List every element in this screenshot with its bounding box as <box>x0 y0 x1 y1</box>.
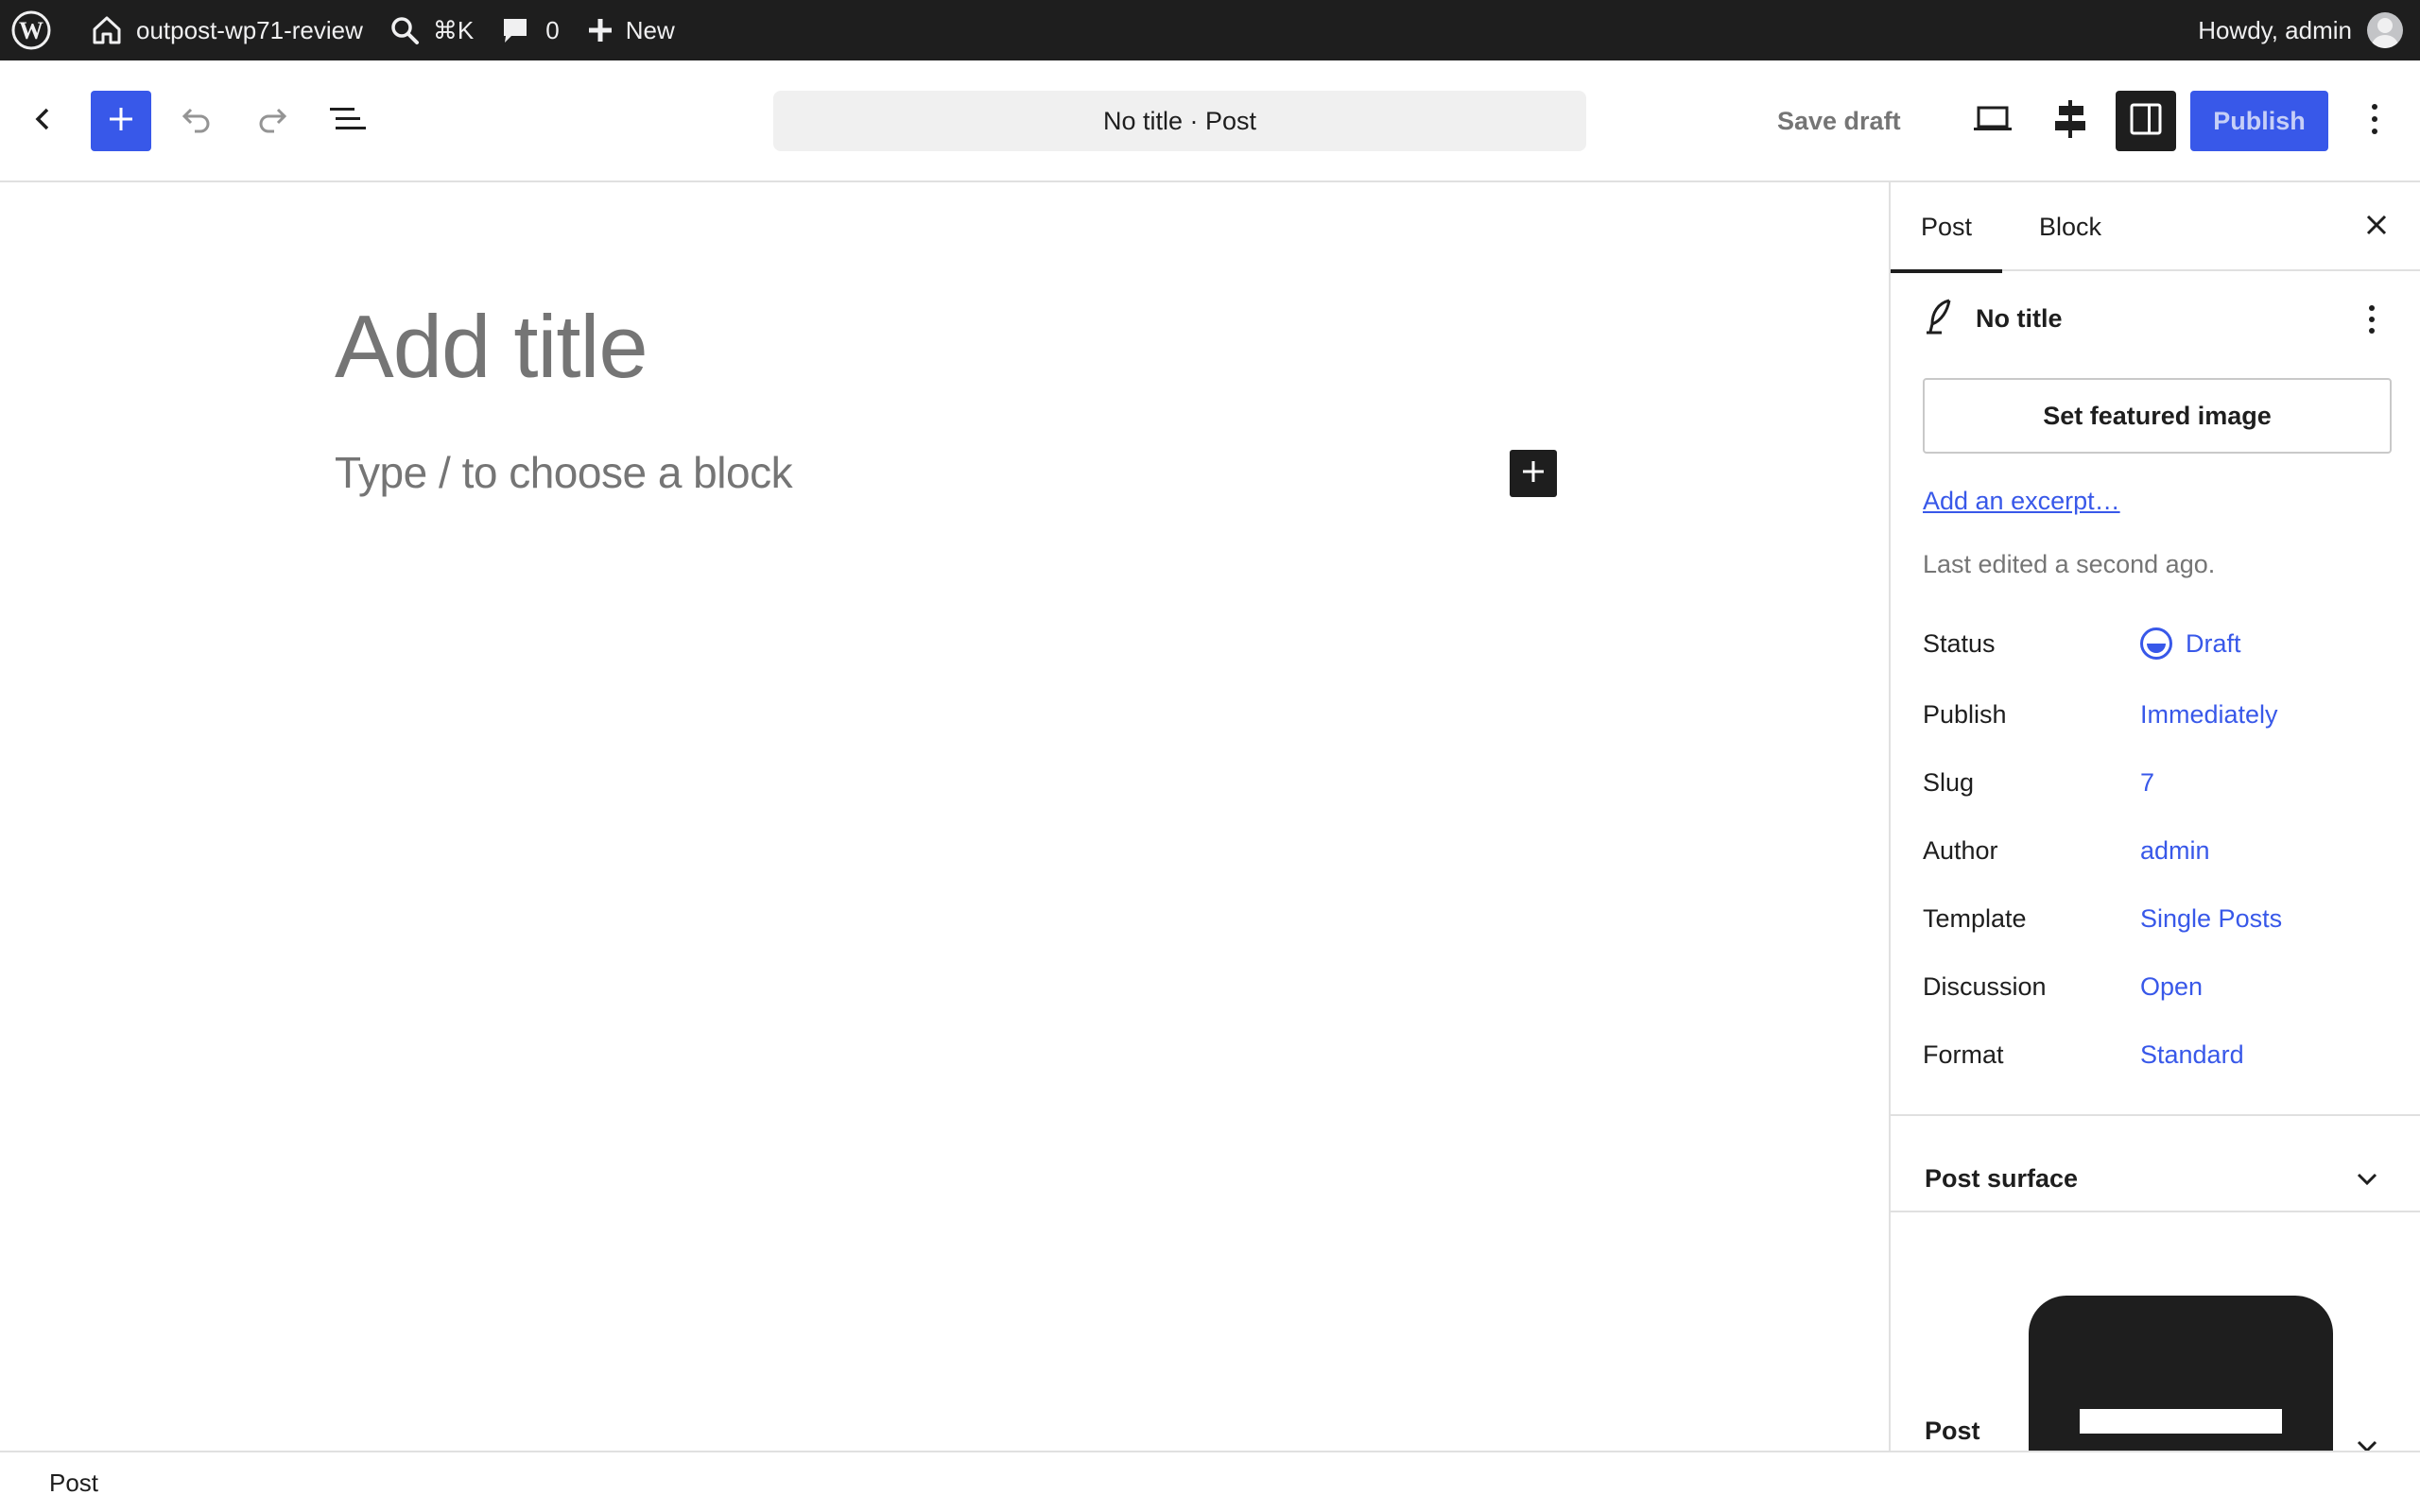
plus-icon <box>107 105 135 138</box>
editor-header: No title · Post Save draft Publish <box>0 60 2420 182</box>
document-title: No title · Post <box>1102 106 1257 135</box>
publish-label: Publish <box>1923 699 2007 729</box>
post-summary-title-text: No title <box>1976 304 2063 333</box>
slug-label: Slug <box>1923 767 1975 797</box>
add-excerpt-link[interactable]: Add an excerpt… <box>1923 487 2120 516</box>
close-sidebar-button[interactable] <box>2354 204 2399 249</box>
default-block-appender[interactable]: Type / to choose a block <box>335 447 793 498</box>
home-icon <box>91 14 123 46</box>
sidebar-tabs: Post Block <box>1891 182 2420 273</box>
comments-link[interactable]: 0 <box>487 0 572 60</box>
panel-divider <box>1891 1211 2420 1212</box>
draft-status-icon <box>2140 627 2172 660</box>
redo-icon <box>255 102 289 141</box>
settings-sidebar-toggle[interactable] <box>2116 91 2176 151</box>
undo-icon <box>180 102 214 141</box>
admin-bar: W outpost-wp71-review ⌘K 0 New Howdy, ad… <box>0 0 2420 60</box>
save-draft-button[interactable]: Save draft <box>1777 91 1901 151</box>
post-summary-title: No title <box>1925 298 2063 340</box>
publish-value[interactable]: Immediately <box>2140 700 2278 730</box>
back-button[interactable] <box>21 98 66 144</box>
chevron-down-icon[interactable] <box>2350 1162 2384 1196</box>
author-value[interactable]: admin <box>2140 836 2210 866</box>
my-account[interactable]: Howdy, admin <box>2185 0 2420 60</box>
post-feather-icon <box>1925 298 1955 340</box>
set-featured-image-button[interactable]: Set featured image <box>1923 378 2392 454</box>
post-surface-panel-toggle[interactable]: Post surface <box>1925 1164 2078 1194</box>
chevron-down-icon[interactable] <box>2350 1430 2384 1451</box>
add-block-button[interactable] <box>1510 450 1557 497</box>
block-inserter-button[interactable] <box>91 91 151 151</box>
block-breadcrumb[interactable]: Post <box>49 1469 98 1498</box>
document-title-bar[interactable]: No title · Post <box>773 91 1586 151</box>
template-label: Template <box>1923 903 2027 933</box>
editor-canvas: Add title Type / to choose a block <box>0 182 1889 1451</box>
status-value[interactable]: Draft <box>2140 627 2241 660</box>
template-value[interactable]: Single Posts <box>2140 904 2282 934</box>
tab-block[interactable]: Block <box>2014 182 2127 271</box>
discussion-value[interactable]: Open <box>2140 972 2203 1002</box>
plus-icon <box>586 16 614 44</box>
site-name: outpost-wp71-review <box>136 15 363 44</box>
discussion-row: Discussion Open <box>1923 964 2395 1009</box>
new-content-link[interactable]: New <box>573 0 688 60</box>
styles-button[interactable] <box>2048 98 2093 144</box>
post-preview-illustration <box>2029 1296 2333 1451</box>
command-palette-button[interactable]: ⌘K <box>376 0 487 60</box>
last-edited-text: Last edited a second ago. <box>1923 550 2216 578</box>
svg-text:W: W <box>19 17 43 44</box>
desktop-preview-icon <box>1974 105 2012 138</box>
plus-icon <box>1521 459 1546 489</box>
close-icon <box>2365 214 2388 241</box>
comments-count: 0 <box>545 15 560 44</box>
format-row: Format Standard <box>1923 1032 2395 1077</box>
document-overview-button[interactable] <box>325 98 371 144</box>
post-panel-toggle[interactable]: Post <box>1925 1417 1980 1446</box>
site-name-link[interactable]: outpost-wp71-review <box>64 0 376 60</box>
options-menu-button[interactable] <box>2352 98 2397 144</box>
template-row: Template Single Posts <box>1923 896 2395 941</box>
new-label: New <box>625 15 675 44</box>
author-label: Author <box>1923 835 1998 865</box>
post-actions-button[interactable] <box>2358 301 2386 342</box>
status-row: Status Draft <box>1923 621 2395 666</box>
status-value-text: Draft <box>2186 628 2241 658</box>
tab-post[interactable]: Post <box>1891 182 2002 273</box>
avatar <box>2367 12 2403 48</box>
back-chevron-icon <box>30 106 57 137</box>
style-icon <box>2053 99 2087 143</box>
slug-row: Slug 7 <box>1923 760 2395 805</box>
comment-icon <box>500 15 530 45</box>
format-label: Format <box>1923 1040 2004 1069</box>
publish-row: Publish Immediately <box>1923 692 2395 737</box>
sidebar-icon <box>2129 102 2163 141</box>
author-row: Author admin <box>1923 828 2395 873</box>
post-title-input[interactable]: Add title <box>335 296 648 398</box>
slug-value[interactable]: 7 <box>2140 768 2154 798</box>
redo-button[interactable] <box>250 98 295 144</box>
search-shortcut: ⌘K <box>432 15 475 44</box>
editor-footer: Post <box>0 1451 2420 1512</box>
more-vertical-icon <box>2368 304 2376 339</box>
preview-bar <box>2080 1409 2282 1434</box>
format-value[interactable]: Standard <box>2140 1040 2244 1070</box>
search-icon <box>389 15 420 45</box>
panel-divider <box>1891 1114 2420 1116</box>
greeting: Howdy, admin <box>2198 15 2352 44</box>
wordpress-logo-icon[interactable]: W <box>0 0 64 60</box>
preview-button[interactable] <box>1970 98 2015 144</box>
publish-button[interactable]: Publish <box>2190 91 2328 151</box>
undo-button[interactable] <box>174 98 219 144</box>
status-label: Status <box>1923 628 1996 658</box>
settings-sidebar: Post Block No title Set featured image A… <box>1889 182 2420 1451</box>
more-vertical-icon <box>2370 103 2379 140</box>
document-overview-icon <box>330 105 366 138</box>
discussion-label: Discussion <box>1923 971 2047 1001</box>
